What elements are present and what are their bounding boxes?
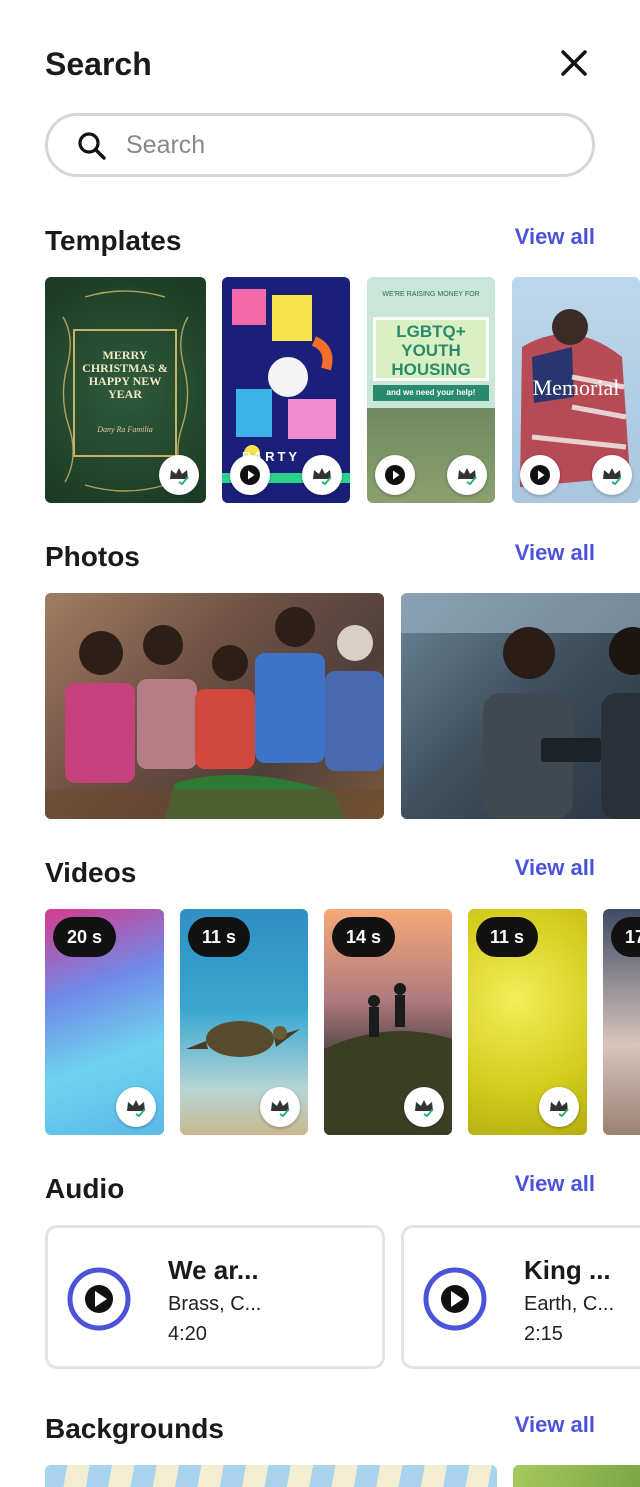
backgrounds-title: Backgrounds: [45, 1413, 224, 1444]
template-subtitle: and we need your help!: [373, 385, 489, 401]
audio-row: We ar... Brass, C... 4:20 King ... Earth…: [45, 1225, 640, 1371]
page-title: Search: [45, 46, 152, 82]
close-icon[interactable]: [557, 46, 591, 80]
audio-track-title: King ...: [524, 1255, 611, 1285]
header: Search: [45, 44, 595, 84]
play-button-icon[interactable]: [66, 1266, 132, 1332]
premium-crown-icon: [404, 1087, 444, 1127]
play-icon: [230, 455, 270, 495]
photos-row: [45, 593, 640, 819]
templates-view-all-link[interactable]: View all: [515, 222, 595, 252]
premium-crown-icon: [539, 1087, 579, 1127]
search-bar[interactable]: [45, 113, 595, 177]
template-card-lgbtq-housing[interactable]: WE'RE RAISING MONEY FOR LGBTQ+ YOUTH HOU…: [367, 277, 495, 503]
premium-crown-icon: [260, 1087, 300, 1127]
templates-title: Templates: [45, 225, 182, 256]
video-card[interactable]: 20 s: [45, 909, 164, 1135]
video-card[interactable]: 14 s: [324, 909, 452, 1135]
backgrounds-row: [45, 1465, 640, 1487]
premium-crown-icon: [447, 455, 487, 495]
play-button-icon[interactable]: [422, 1266, 488, 1332]
photos-view-all-link[interactable]: View all: [515, 538, 595, 568]
play-icon: [375, 455, 415, 495]
template-title: LGBTQ+ YOUTH HOUSING: [373, 317, 489, 381]
audio-card[interactable]: We ar... Brass, C... 4:20: [45, 1225, 385, 1369]
videos-view-all-link[interactable]: View all: [515, 853, 595, 883]
template-small-text: WE'RE RAISING MONEY FOR: [382, 291, 480, 298]
video-duration-badge: 17: [611, 917, 640, 957]
audio-track-duration: 4:20: [168, 1323, 207, 1345]
search-icon: [78, 132, 106, 160]
video-duration-badge: 14 s: [332, 917, 396, 957]
photo-image: [45, 607, 384, 819]
audio-view-all-link[interactable]: View all: [515, 1169, 595, 1199]
videos-title: Videos: [45, 857, 137, 888]
videos-row: 20 s 11 s 14 s 11 s 17: [45, 909, 640, 1135]
video-card[interactable]: 11 s: [180, 909, 308, 1135]
photo-family-cooking[interactable]: [45, 593, 384, 819]
video-duration-badge: 11 s: [188, 917, 251, 957]
background-card[interactable]: [513, 1465, 640, 1487]
video-duration-badge: 11 s: [476, 917, 539, 957]
premium-crown-icon: [116, 1087, 156, 1127]
audio-track-title: We ar...: [168, 1255, 259, 1285]
template-card-block-party[interactable]: PARTY: [222, 277, 350, 503]
template-card-merry-christmas[interactable]: MERRY CHRISTMAS & HAPPY NEW YEAR Dany Ra…: [45, 277, 206, 503]
template-text: MERRY CHRISTMAS & HAPPY NEW YEAR: [82, 348, 168, 401]
photo-office-tablet[interactable]: [401, 593, 640, 819]
template-signature: Dany Ra Familia: [97, 425, 153, 434]
premium-crown-icon: [592, 455, 632, 495]
video-card[interactable]: 17: [603, 909, 640, 1135]
audio-title: Audio: [45, 1173, 125, 1204]
video-card[interactable]: 11 s: [468, 909, 587, 1135]
backgrounds-view-all-link[interactable]: View all: [515, 1410, 595, 1440]
photo-image: [401, 593, 640, 819]
template-card-memorial[interactable]: Memorial: [512, 277, 640, 503]
photos-title: Photos: [45, 541, 140, 572]
premium-crown-icon: [302, 455, 342, 495]
templates-row: MERRY CHRISTMAS & HAPPY NEW YEAR Dany Ra…: [45, 277, 640, 503]
video-duration-badge: 20 s: [53, 917, 117, 957]
template-text: Memorial: [532, 375, 620, 400]
audio-track-artist: Earth, C...: [524, 1293, 615, 1315]
background-card[interactable]: [45, 1465, 497, 1487]
premium-crown-icon: [159, 455, 199, 495]
audio-card[interactable]: King ... Earth, C... 2:15: [401, 1225, 640, 1369]
search-input[interactable]: [126, 126, 566, 164]
audio-track-artist: Brass, C...: [168, 1293, 262, 1315]
play-icon: [520, 455, 560, 495]
audio-track-duration: 2:15: [524, 1323, 563, 1345]
